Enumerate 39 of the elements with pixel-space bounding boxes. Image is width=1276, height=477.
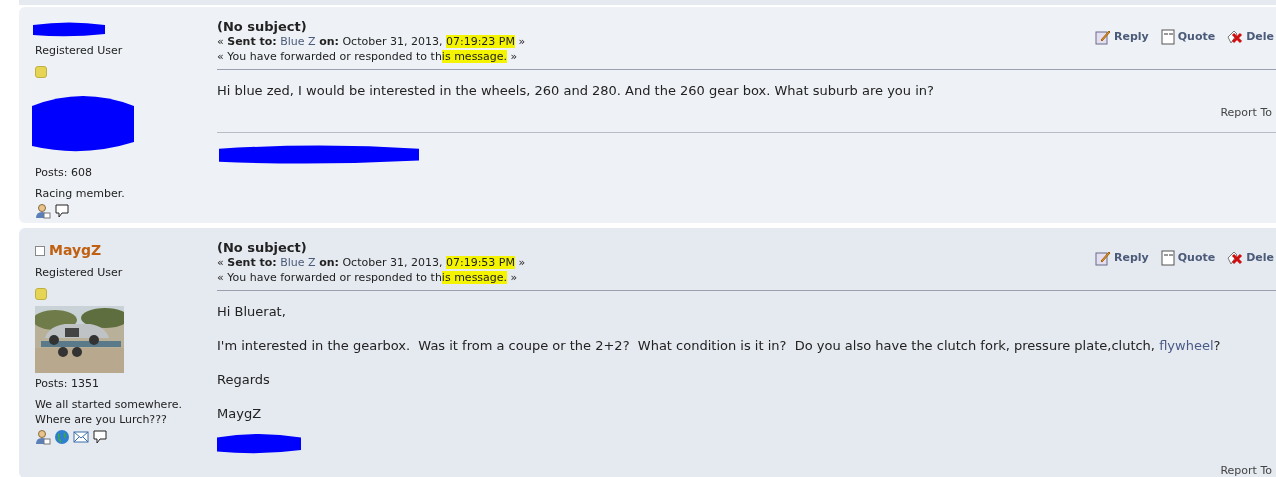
- reply-link[interactable]: Reply: [1094, 250, 1149, 267]
- message-subject: (No subject): [217, 19, 308, 34]
- delete-cross-icon: [1227, 250, 1244, 267]
- post-count: Posts: 608: [35, 164, 93, 181]
- report-link[interactable]: Report To: [1220, 105, 1272, 122]
- sent-info: « Sent to: Blue Z on: October 31, 2013, 07:19:53 PM »: [217, 255, 527, 270]
- user-profile-icon[interactable]: [35, 203, 51, 219]
- quote-link[interactable]: Quote: [1160, 29, 1216, 46]
- delete-link[interactable]: Dele: [1227, 250, 1274, 267]
- speech-bubble-icon[interactable]: [54, 203, 70, 219]
- forwarded-notice: « You have forwarded or responded to this message. »: [217, 270, 519, 285]
- reply-link[interactable]: Reply: [1094, 29, 1149, 46]
- message-paragraph: Hi blue zed, I would be interested in the wheels, 260 and 280. And the 260 gear box. What suburb are you in?: [217, 82, 935, 99]
- member-rank: Registered User: [35, 265, 124, 281]
- speech-bubble-icon[interactable]: [92, 429, 108, 445]
- message-paragraph: Hi Bluerat,: [217, 303, 287, 320]
- personal-text: Racing member.: [35, 186, 126, 201]
- message-paragraph: I'm interested in the gearbox. Was it from a coupe or the 2+2? What condition is it in? Do you also have the clutch fork, pressure plate,clutch, flywheel?: [217, 337, 1222, 354]
- pencil-page-icon: [1094, 29, 1111, 46]
- body-link[interactable]: flywheel: [1159, 338, 1214, 353]
- report-link[interactable]: Report To: [1220, 463, 1272, 477]
- envelope-icon[interactable]: [73, 429, 89, 445]
- user-profile-icon[interactable]: [35, 429, 51, 445]
- message-subject: (No subject): [217, 240, 308, 255]
- quote-page-icon: [1160, 250, 1175, 267]
- message-paragraph: MaygZ: [217, 405, 263, 422]
- member-rank: Registered User: [35, 43, 124, 59]
- pencil-page-icon: [1094, 250, 1111, 267]
- post-count: Posts: 1351: [35, 375, 100, 392]
- quote-link[interactable]: Quote: [1160, 250, 1216, 267]
- personal-text: We all started somewhere. Where are you Lurch???: [35, 397, 183, 427]
- message-paragraph: Regards: [217, 371, 271, 388]
- author-name[interactable]: MaygZ: [49, 240, 102, 261]
- sent-info: « Sent to: Blue Z on: October 31, 2013, 07:19:23 PM »: [217, 34, 527, 49]
- quote-page-icon: [1160, 29, 1175, 46]
- delete-link[interactable]: Dele: [1227, 29, 1274, 46]
- delete-cross-icon: [1227, 29, 1244, 46]
- forwarded-notice: « You have forwarded or responded to this message. »: [217, 49, 519, 64]
- globe-icon[interactable]: [54, 429, 70, 445]
